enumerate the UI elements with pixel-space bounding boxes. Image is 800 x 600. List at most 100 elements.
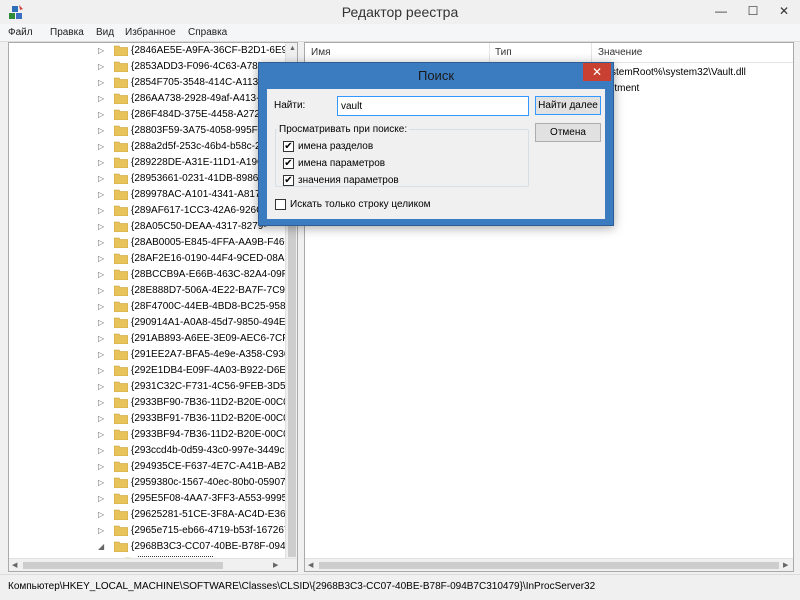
tree-item[interactable]: ▷ {28803F59-3A75-4058-995F-4E xyxy=(9,123,289,139)
expand-arrow-icon[interactable]: ▷ xyxy=(98,510,104,519)
menu-help[interactable]: Справка xyxy=(188,27,227,38)
tree-item[interactable]: ◢ {2968B3C3-CC07-40BE-B78F-094B7 xyxy=(9,539,297,555)
minimize-button[interactable]: — xyxy=(706,0,736,22)
tree-hscroll-thumb[interactable] xyxy=(23,562,223,569)
expand-arrow-icon[interactable]: ▷ xyxy=(98,142,104,151)
scroll-left-icon[interactable]: ◀ xyxy=(12,561,17,569)
expand-arrow-icon[interactable]: ▷ xyxy=(98,398,104,407)
column-divider[interactable] xyxy=(489,43,490,63)
tree-item[interactable]: ▷ {290914A1-A0A8-45d7-9850-494EB xyxy=(9,315,293,331)
expand-arrow-icon[interactable]: ▷ xyxy=(98,414,104,423)
tree-item-label: {289228DE-A31E-11D1-A19C-0 xyxy=(131,157,274,168)
folder-icon xyxy=(114,253,128,264)
expand-arrow-icon[interactable]: ▷ xyxy=(98,526,104,535)
tree-item[interactable]: ▷ {2965e715-eb66-4719-b53f-167267 xyxy=(9,523,289,539)
expand-arrow-icon[interactable]: ▷ xyxy=(98,494,104,503)
expand-arrow-icon[interactable]: ▷ xyxy=(98,126,104,135)
tree-item[interactable]: ▷ {286F484D-375E-4458-A272-B xyxy=(9,107,289,123)
tree-item[interactable]: ▷ {289AF617-1CC3-42A6-926C- xyxy=(9,203,289,219)
tree-item[interactable]: ▷ {286AA738-2928-49af-A413-4 xyxy=(9,91,289,107)
close-window-button[interactable]: ✕ xyxy=(768,0,800,22)
expand-arrow-icon[interactable]: ▷ xyxy=(98,334,104,343)
expand-arrow-icon[interactable]: ▷ xyxy=(98,238,104,247)
tree-item[interactable]: ▷ {28953661-0231-41DB-8986-21 xyxy=(9,171,289,187)
expand-arrow-icon[interactable]: ▷ xyxy=(98,254,104,263)
tree-item[interactable]: ▷ {291AB893-A6EE-3E09-AEC6-7CF3I xyxy=(9,331,297,347)
expand-arrow-icon[interactable]: ▷ xyxy=(98,190,104,199)
tree-item[interactable]: ▷ {28AF2E16-0190-44F4-9CED-08AF9 xyxy=(9,251,296,267)
menu-edit[interactable]: Правка xyxy=(50,27,84,38)
column-value[interactable]: Значение xyxy=(598,47,642,58)
tree-item[interactable]: ▷ {28A05C50-DEAA-4317-8279- xyxy=(9,219,289,235)
tree-item[interactable]: ▷ {28F4700C-44EB-4BD8-BC25-95812 xyxy=(9,299,297,315)
scroll-up-icon[interactable]: ▲ xyxy=(289,45,296,52)
column-type[interactable]: Тип xyxy=(495,47,512,58)
tree-item[interactable]: ▷ {293ccd4b-0d59-43c0-997e-3449c7 xyxy=(9,443,290,459)
expand-arrow-icon[interactable]: ▷ xyxy=(98,366,104,375)
tree-item[interactable]: ▷ {28AB0005-E845-4FFA-AA9B-F4665 xyxy=(9,235,296,251)
expand-arrow-icon[interactable]: ▷ xyxy=(98,286,104,295)
expand-arrow-icon[interactable]: ▷ xyxy=(98,302,104,311)
expand-arrow-icon[interactable]: ▷ xyxy=(98,462,104,471)
expand-arrow-icon[interactable]: ▷ xyxy=(98,110,104,119)
expand-arrow-icon[interactable]: ▷ xyxy=(98,350,104,359)
menu-view[interactable]: Вид xyxy=(96,27,114,38)
tree-item[interactable]: ▷ {289978AC-A101-4341-A817-2 xyxy=(9,187,289,203)
tree-item[interactable]: ▷ {292E1DB4-E09F-4A03-B922-D6EA5 xyxy=(9,363,297,379)
expand-arrow-icon[interactable]: ▷ xyxy=(98,430,104,439)
tree-item[interactable]: ▷ {291EE2A7-BFA5-4e9e-A358-C9365 xyxy=(9,347,295,363)
checkbox-checked-icon[interactable]: ✔ xyxy=(283,158,294,169)
find-next-button[interactable]: Найти далее xyxy=(535,96,601,115)
expand-arrow-icon[interactable]: ▷ xyxy=(98,174,104,183)
tree-item[interactable]: ▷ {2959380c-1567-40ec-80b0-05907a xyxy=(9,475,291,491)
find-input[interactable] xyxy=(337,96,529,116)
dialog-close-button[interactable]: ✕ xyxy=(583,63,611,81)
tree-horizontal-scrollbar[interactable]: ◀ ▶ xyxy=(9,558,297,571)
tree-item[interactable]: ▷ {295E5F08-4AA7-3FF3-A553-9995B xyxy=(9,491,294,507)
expand-arrow-icon[interactable]: ▷ xyxy=(98,446,104,455)
expand-arrow-icon[interactable]: ▷ xyxy=(98,94,104,103)
tree-item[interactable]: ▷ {28BCCB9A-E66B-463C-82A4-09F3 xyxy=(9,267,293,283)
checkbox-checked-icon[interactable]: ✔ xyxy=(283,141,294,152)
tree-item[interactable]: ▷ {2933BF91-7B36-11D2-B20E-00C04 xyxy=(9,411,294,427)
tree-item[interactable]: ▷ {29625281-51CE-3F8A-AC4D-E360C xyxy=(9,507,297,523)
expand-arrow-icon[interactable]: ▷ xyxy=(98,478,104,487)
tree-item[interactable]: ▷ {2846AE5E-A9FA-36CF-B2D1-6E95 xyxy=(9,43,293,59)
cancel-button[interactable]: Отмена xyxy=(535,123,601,142)
checkbox-unchecked-icon[interactable] xyxy=(275,199,286,210)
expand-arrow-icon[interactable]: ▷ xyxy=(98,222,104,231)
expand-arrow-icon[interactable]: ▷ xyxy=(98,206,104,215)
expanded-arrow-icon[interactable]: ◢ xyxy=(98,542,104,551)
expand-arrow-icon[interactable]: ▷ xyxy=(98,382,104,391)
tree-item[interactable]: ▷ {294935CE-F637-4E7C-A41B-AB255 xyxy=(9,459,297,475)
expand-arrow-icon[interactable]: ▷ xyxy=(98,270,104,279)
list-horizontal-scrollbar[interactable]: ◀ ▶ xyxy=(305,558,793,571)
list-hscroll-thumb[interactable] xyxy=(319,562,779,569)
column-name[interactable]: Имя xyxy=(311,47,330,58)
tree-item-label: {290914A1-A0A8-45d7-9850-494EB xyxy=(131,317,293,328)
tree-item[interactable]: ▷ {2931C32C-F731-4C56-9FEB-3D5F1 xyxy=(9,379,297,395)
scroll-right-icon[interactable]: ▶ xyxy=(783,561,788,569)
tree-item[interactable]: ▷ {2933BF90-7B36-11D2-B20E-00C04 xyxy=(9,395,294,411)
registry-tree[interactable]: ▷ {2846AE5E-A9FA-36CF-B2D1-6E95 ▷ {2853ADD3… xyxy=(8,42,298,572)
column-divider[interactable] xyxy=(591,43,592,63)
menu-file[interactable]: Файл xyxy=(8,27,33,38)
scroll-left-icon[interactable]: ◀ xyxy=(308,561,313,569)
tree-item[interactable]: ▷ {2933BF94-7B36-11D2-B20E-00C04 xyxy=(9,427,294,443)
expand-arrow-icon[interactable]: ▷ xyxy=(98,62,104,71)
expand-arrow-icon[interactable]: ▷ xyxy=(98,318,104,327)
scroll-right-icon[interactable]: ▶ xyxy=(273,561,278,569)
tree-item[interactable]: ▷ {2853ADD3-F096-4C63-A78F- xyxy=(9,59,289,75)
checkbox-checked-icon[interactable]: ✔ xyxy=(283,175,294,186)
tree-item[interactable]: ▷ {2854F705-3548-414C-A113-9 xyxy=(9,75,289,91)
maximize-button[interactable]: ☐ xyxy=(738,0,768,22)
tree-item[interactable]: ▷ {28E888D7-506A-4E22-BA7F-7C9C xyxy=(9,283,292,299)
expand-arrow-icon[interactable]: ▷ xyxy=(98,158,104,167)
expand-arrow-icon[interactable]: ▷ xyxy=(98,46,104,55)
folder-icon xyxy=(114,333,128,344)
expand-arrow-icon[interactable]: ▷ xyxy=(98,78,104,87)
tree-item[interactable]: ▷{296C1C76-4212-40A2-9E9C-967F9 xyxy=(9,571,289,572)
tree-item[interactable]: ▷ {288a2d5f-253c-46b4-b58c-2c xyxy=(9,139,289,155)
tree-item[interactable]: ▷ {289228DE-A31E-11D1-A19C-0 xyxy=(9,155,289,171)
menu-favorites[interactable]: Избранное xyxy=(125,27,176,38)
